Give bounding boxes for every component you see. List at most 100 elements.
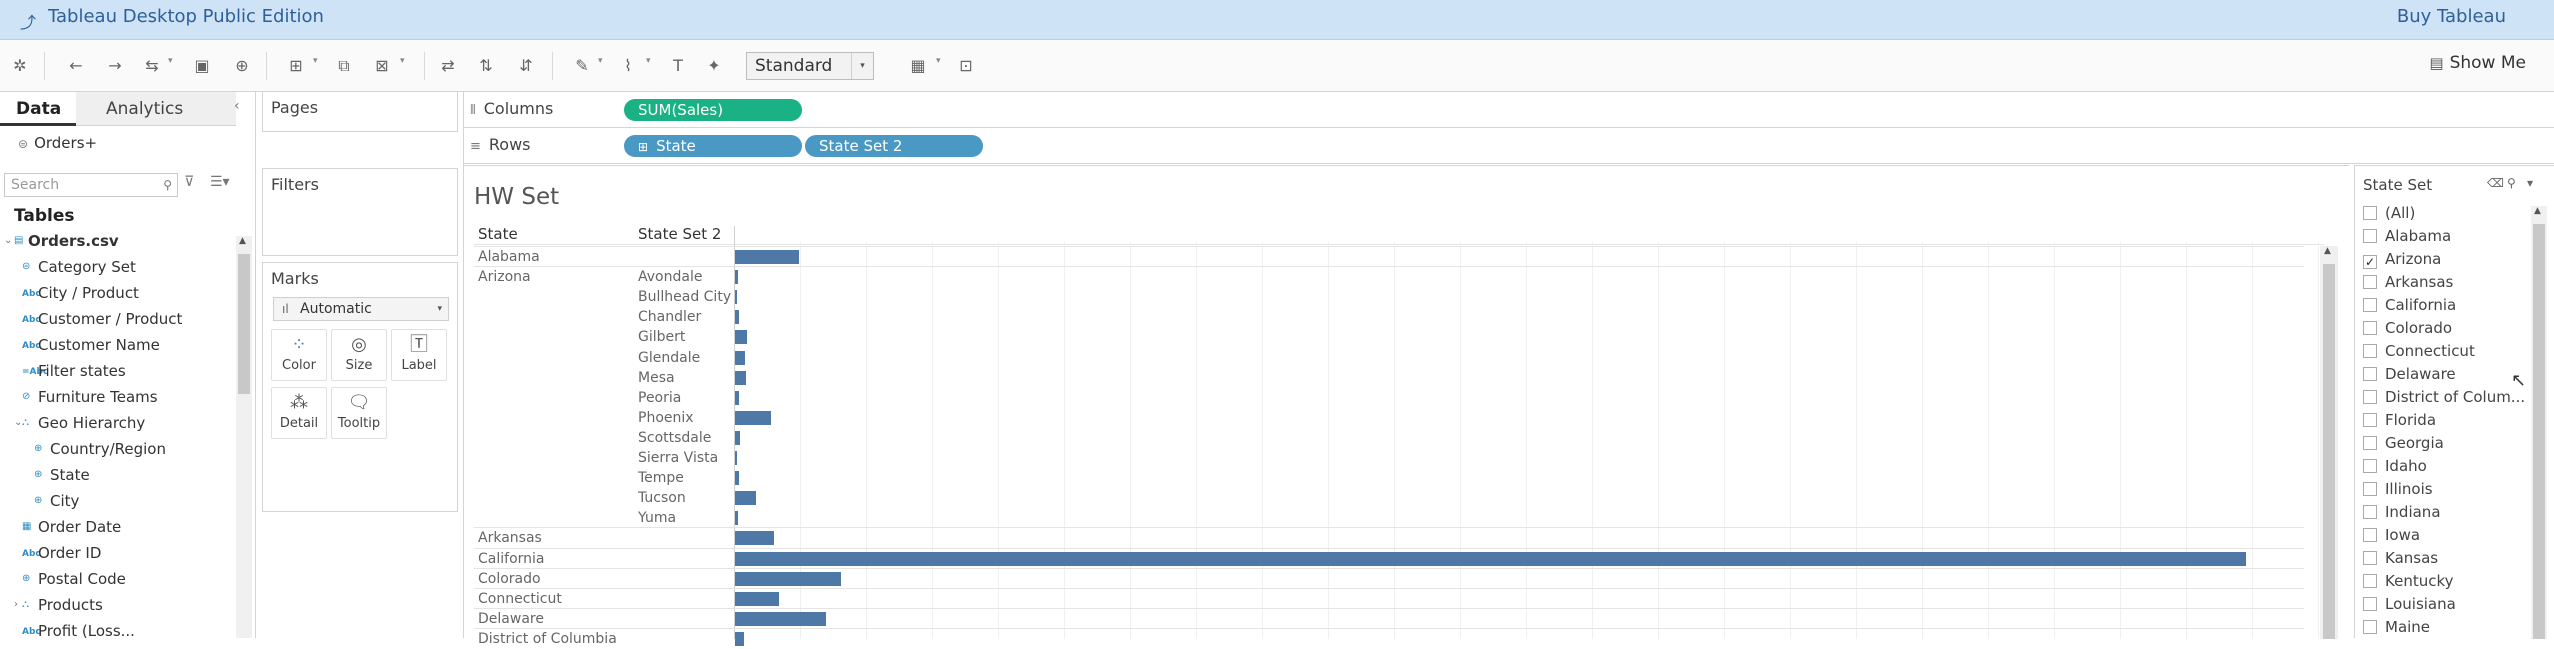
expand-icon[interactable]: ⌄	[4, 228, 12, 254]
state-set-2-pill[interactable]: State Set 2	[805, 135, 983, 157]
field-item[interactable]: Abc Profit (Loss...	[0, 618, 236, 644]
field-item[interactable]: ⌄ ▤ Orders.csv	[0, 228, 236, 254]
duplicate-sheet-icon[interactable]: ⧉	[332, 54, 356, 78]
filter-card-scrollbar[interactable]: ▲	[2531, 206, 2547, 639]
scrollbar-thumb[interactable]	[238, 254, 250, 394]
field-item[interactable]: ⊕ Country/Region	[0, 436, 236, 462]
search-input[interactable]: Search ⚲	[4, 173, 178, 197]
tableau-menu-icon[interactable]: ✲	[8, 54, 32, 78]
scrollbar-thumb[interactable]	[2533, 224, 2545, 639]
redo-icon[interactable]: →	[103, 54, 127, 78]
field-item[interactable]: ⌄ ⛬ Geo Hierarchy	[0, 410, 236, 436]
scroll-up-icon[interactable]: ▲	[2534, 206, 2541, 216]
sort-descending-icon[interactable]: ⇵	[514, 54, 538, 78]
filter-item[interactable]: Kansas	[2363, 547, 2438, 570]
sales-bar[interactable]	[735, 270, 739, 285]
new-sheet-icon[interactable]: ⊞	[284, 54, 308, 78]
field-item[interactable]: ⊕ City	[0, 488, 236, 514]
state-label[interactable]: Connecticut	[478, 589, 562, 609]
fit-dropdown[interactable]: Standard ▾	[746, 52, 874, 80]
sales-bar[interactable]	[735, 330, 747, 345]
sales-bar[interactable]	[735, 390, 739, 405]
sales-bar[interactable]	[735, 531, 774, 546]
checkbox[interactable]	[2363, 459, 2377, 473]
show-cards-dropdown-icon[interactable]: ▾	[936, 56, 941, 66]
filter-item[interactable]: ✓ Arizona	[2363, 248, 2441, 271]
filter-item[interactable]: Kentucky	[2363, 570, 2454, 593]
sales-bar[interactable]	[735, 631, 745, 646]
filter-item[interactable]: Idaho	[2363, 455, 2427, 478]
label-button[interactable]: 🅃 Label	[391, 329, 447, 381]
filter-item[interactable]: District of Colum...	[2363, 386, 2525, 409]
group-members-icon[interactable]: ⌇	[616, 54, 640, 78]
sales-bar[interactable]	[735, 430, 740, 445]
field-item[interactable]: Abc City / Product	[0, 280, 236, 306]
checkbox[interactable]	[2363, 620, 2377, 634]
filter-item[interactable]: Illinois	[2363, 478, 2433, 501]
checkbox[interactable]	[2363, 206, 2377, 220]
sales-bar[interactable]	[735, 451, 737, 465]
city-label[interactable]: Chandler	[638, 307, 701, 327]
city-label[interactable]: Tucson	[638, 488, 686, 508]
tab-analytics[interactable]: Analytics	[76, 92, 236, 126]
checked-checkbox[interactable]: ✓	[2363, 255, 2377, 269]
field-item[interactable]: ⊜ Category Set	[0, 254, 236, 280]
sort-ascending-icon[interactable]: ⇅	[474, 54, 498, 78]
buy-tableau-link[interactable]: Buy Tableau	[2397, 6, 2506, 27]
field-item[interactable]: ▦ Order Date	[0, 514, 236, 540]
card-menu-icon[interactable]: ▾	[2527, 176, 2533, 190]
state-column-header[interactable]: State	[478, 225, 518, 243]
checkbox[interactable]	[2363, 597, 2377, 611]
show-cards-icon[interactable]: ▦	[906, 54, 930, 78]
state-label[interactable]: Colorado	[478, 569, 541, 589]
sales-bar[interactable]	[735, 290, 737, 305]
field-item[interactable]: ⊕ State	[0, 462, 236, 488]
tooltip-button[interactable]: 🗨 Tooltip	[331, 387, 387, 439]
collapse-icon[interactable]: ›	[14, 592, 18, 618]
checkbox[interactable]	[2363, 551, 2377, 565]
sales-bar[interactable]	[735, 571, 842, 586]
filters-card[interactable]: Filters	[262, 168, 458, 256]
sales-bar[interactable]	[735, 551, 2247, 566]
filter-icon[interactable]: ⊽	[184, 174, 194, 190]
highlight-icon[interactable]: ✎	[570, 54, 594, 78]
field-item[interactable]: ⊕ Postal Code	[0, 566, 236, 592]
save-icon[interactable]: ▣	[190, 54, 214, 78]
filter-item[interactable]: Connecticut	[2363, 340, 2475, 363]
sales-bar[interactable]	[735, 250, 800, 264]
filter-item[interactable]: Florida	[2363, 409, 2436, 432]
checkbox[interactable]	[2363, 528, 2377, 542]
city-label[interactable]: Yuma	[638, 508, 676, 528]
sales-bar[interactable]	[735, 370, 747, 385]
show-labels-icon[interactable]: T	[666, 54, 690, 78]
filter-item[interactable]: (All)	[2363, 202, 2415, 225]
sales-bar[interactable]	[735, 471, 739, 486]
city-label[interactable]: Sierra Vista	[638, 448, 718, 468]
size-button[interactable]: ◎ Size	[331, 329, 387, 381]
collapse-pane-icon[interactable]: ‹	[234, 98, 240, 114]
filter-item[interactable]: Indiana	[2363, 501, 2441, 524]
city-label[interactable]: Peoria	[638, 388, 681, 408]
show-me-button[interactable]: ▤ Show Me	[2429, 53, 2526, 73]
state-label[interactable]: California	[478, 549, 544, 569]
clear-filter-icon[interactable]: ⌫	[2487, 176, 2504, 190]
replay-dropdown-icon[interactable]: ▾	[168, 56, 173, 66]
city-label[interactable]: Gilbert	[638, 327, 685, 347]
city-label[interactable]: Scottsdale	[638, 428, 711, 448]
checkbox[interactable]	[2363, 275, 2377, 289]
swap-icon[interactable]: ⇄	[436, 54, 460, 78]
field-item[interactable]: Abc Customer / Product	[0, 306, 236, 332]
columns-shelf[interactable]: ⦀ Columns SUM(Sales)	[464, 92, 2554, 128]
field-item[interactable]: Abc Customer Name	[0, 332, 236, 358]
sales-bar[interactable]	[735, 410, 772, 425]
checkbox[interactable]	[2363, 321, 2377, 335]
sales-bar[interactable]	[735, 310, 739, 325]
city-label[interactable]: Bullhead City	[638, 287, 731, 307]
field-item[interactable]: Abc Order ID	[0, 540, 236, 566]
checkbox[interactable]	[2363, 482, 2377, 496]
state-label[interactable]: Delaware	[478, 609, 544, 629]
checkbox[interactable]	[2363, 505, 2377, 519]
search-icon[interactable]: ⚲	[2507, 176, 2516, 190]
checkbox[interactable]	[2363, 229, 2377, 243]
new-sheet-dropdown-icon[interactable]: ▾	[313, 56, 318, 66]
